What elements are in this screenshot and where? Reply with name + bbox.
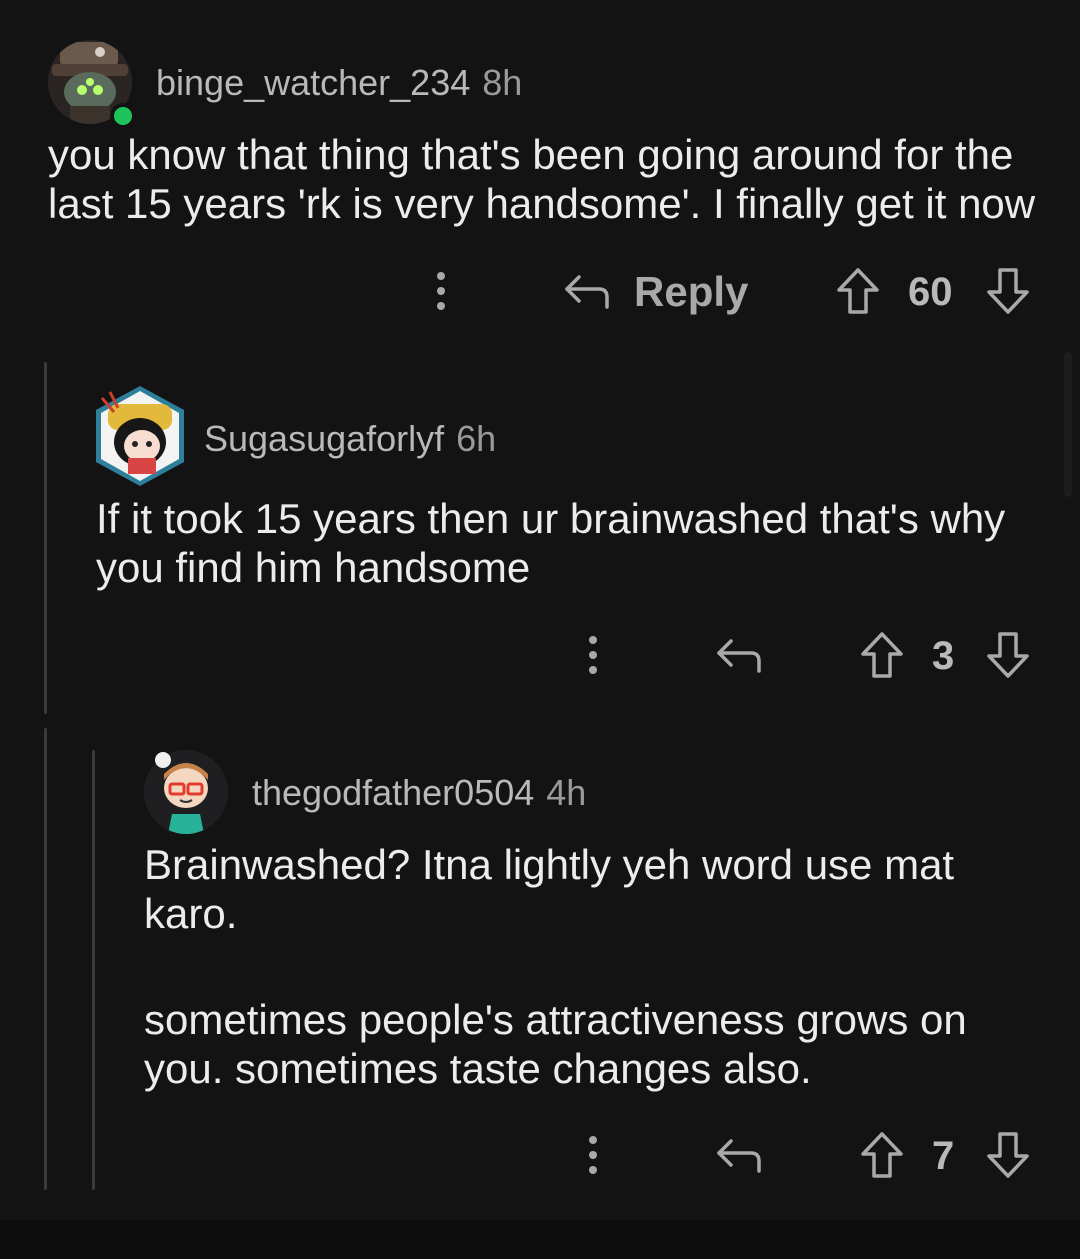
comment-line: you find him handsome (96, 544, 531, 591)
vote-count: 60 (908, 270, 953, 314)
timestamp: 6h (456, 418, 497, 459)
upvote-arrow-icon (861, 632, 903, 678)
timestamp: 4h (546, 772, 587, 813)
reply-label[interactable]: Reply (634, 268, 748, 316)
comment-line: you. sometimes taste changes also. (144, 1045, 812, 1092)
scrollbar-thumb[interactable] (1064, 352, 1072, 497)
thread-line-level-1[interactable] (44, 362, 47, 714)
thread-line-level-1-lower[interactable] (44, 728, 47, 1190)
more-options-button[interactable] (420, 266, 462, 316)
comment-line: sometimes people's attractiveness grows … (144, 996, 967, 1043)
comment-line: karo. (144, 890, 238, 937)
comment-author[interactable]: Sugasugaforlyf 6h (204, 418, 496, 460)
downvote-arrow-icon (987, 268, 1029, 314)
username[interactable]: Sugasugaforlyf (204, 418, 444, 459)
upvote-button[interactable] (832, 262, 884, 320)
comment-author[interactable]: binge_watcher_234 8h (156, 62, 522, 104)
downvote-button[interactable] (982, 1126, 1034, 1184)
thread-line-level-2[interactable] (92, 750, 95, 1190)
more-vertical-icon (589, 1136, 597, 1174)
comment-body: you know that thing that's been going ar… (48, 130, 1058, 228)
comment-body: If it took 15 years then ur brainwashed … (96, 494, 1056, 592)
more-vertical-icon (437, 272, 445, 310)
downvote-arrow-icon (987, 1132, 1029, 1178)
upvote-arrow-icon (837, 268, 879, 314)
comment-line: you know that thing that's been going ar… (48, 131, 1014, 178)
upvote-button[interactable] (856, 626, 908, 684)
downvote-button[interactable] (982, 262, 1034, 320)
comment-author[interactable]: thegodfather0504 4h (252, 772, 586, 814)
username[interactable]: binge_watcher_234 (156, 62, 470, 103)
username[interactable]: thegodfather0504 (252, 772, 534, 813)
comment-body: Brainwashed? Itna lightly yeh word use m… (144, 840, 1054, 1093)
snoo-antenna-dot (155, 752, 171, 768)
reply-button[interactable] (708, 1126, 770, 1184)
comment-line: last 15 years 'rk is very handsome'. I f… (48, 180, 1036, 227)
comment-line: If it took 15 years then ur brainwashed … (96, 495, 1006, 542)
upvote-button[interactable] (856, 1126, 908, 1184)
more-options-button[interactable] (572, 1130, 614, 1180)
reply-arrow-icon (565, 275, 609, 309)
reply-arrow-icon (717, 639, 761, 673)
reply-button[interactable] (708, 626, 770, 684)
avatar[interactable] (92, 384, 188, 488)
timestamp: 8h (482, 62, 523, 103)
downvote-button[interactable] (982, 626, 1034, 684)
vote-count: 7 (932, 1134, 955, 1178)
online-status-icon (110, 103, 136, 129)
avatar-image (96, 386, 184, 486)
upvote-arrow-icon (861, 1132, 903, 1178)
reply-button[interactable] (556, 262, 618, 320)
reply-arrow-icon (717, 1139, 761, 1173)
comment-line: Brainwashed? Itna lightly yeh word use m… (144, 841, 955, 888)
more-options-button[interactable] (572, 630, 614, 680)
downvote-arrow-icon (987, 632, 1029, 678)
more-vertical-icon (589, 636, 597, 674)
vote-count: 3 (932, 634, 955, 678)
bottom-bar (0, 1220, 1080, 1259)
